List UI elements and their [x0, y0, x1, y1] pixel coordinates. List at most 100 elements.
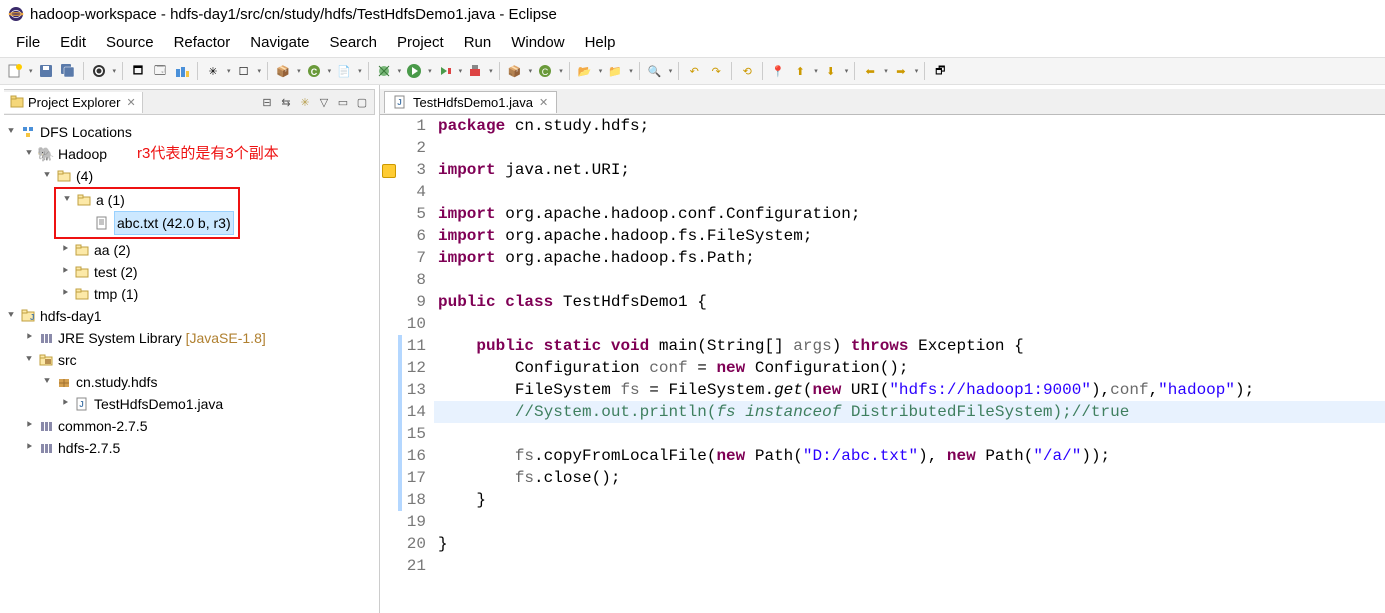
menu-edit[interactable]: Edit — [52, 32, 94, 53]
expand-arrow-icon[interactable]: ⯆ — [60, 189, 74, 211]
build-icon[interactable] — [90, 62, 108, 80]
last-edit-icon[interactable]: ⟲ — [738, 62, 756, 80]
main-area: Project Explorer ✕ ⊟ ⇆ ✳ ▽ ▭ ▢ ⯆ DFS Loc… — [0, 85, 1385, 613]
folder-icon[interactable]: 📁 — [606, 62, 624, 80]
run-last-icon[interactable] — [436, 62, 454, 80]
collapse-arrow-icon[interactable]: ⯈ — [22, 415, 36, 437]
mapred-icon[interactable] — [173, 62, 191, 80]
annotation-next-icon[interactable]: ↷ — [707, 62, 725, 80]
expand-arrow-icon[interactable]: ⯆ — [4, 305, 18, 327]
tree-java-file[interactable]: ⯈ J TestHdfsDemo1.java — [4, 393, 375, 415]
collapse-arrow-icon[interactable]: ⯈ — [58, 283, 72, 305]
tree-hadoop-count[interactable]: ⯆ (4) — [4, 165, 375, 187]
menu-navigate[interactable]: Navigate — [242, 32, 317, 53]
tree-common[interactable]: ⯈ common-2.7.5 — [4, 415, 375, 437]
view-menu-icon[interactable]: ▽ — [316, 94, 332, 110]
tree-dfs-locations[interactable]: ⯆ DFS Locations — [4, 121, 375, 143]
tree-aa-folder[interactable]: ⯈ aa (2) — [4, 239, 375, 261]
code-editor[interactable]: 1234 5678 9101112 13141516 1718192021 pa… — [380, 115, 1385, 613]
pin-icon[interactable]: 📍 — [769, 62, 787, 80]
svg-text:C: C — [310, 67, 317, 77]
collapse-arrow-icon[interactable]: ⯈ — [58, 261, 72, 283]
tree-tmp-folder[interactable]: ⯈ tmp (1) — [4, 283, 375, 305]
tab-close-icon[interactable]: ✕ — [126, 96, 135, 109]
open-folder-icon[interactable]: 📂 — [576, 62, 594, 80]
save-all-icon[interactable] — [59, 62, 77, 80]
package-icon — [56, 374, 72, 390]
forward-icon[interactable]: ➡ — [892, 62, 910, 80]
tree-hdfs-lib[interactable]: ⯈ hdfs-2.7.5 — [4, 437, 375, 459]
collapse-arrow-icon[interactable]: ⯈ — [22, 437, 36, 459]
class-icon[interactable]: C — [305, 62, 323, 80]
editor-tab[interactable]: J TestHdfsDemo1.java ✕ — [384, 91, 557, 113]
new-java-icon[interactable]: 📦 — [506, 62, 524, 80]
menu-window[interactable]: Window — [503, 32, 572, 53]
tree-label: hdfs-2.7.5 — [58, 437, 120, 459]
tree-label: tmp (1) — [94, 283, 138, 305]
expand-arrow-icon[interactable]: ⯆ — [22, 349, 36, 371]
collapse-arrow-icon[interactable]: ⯈ — [58, 239, 72, 261]
library-icon — [38, 440, 54, 456]
new-class-icon[interactable]: C — [536, 62, 554, 80]
save-icon[interactable] — [37, 62, 55, 80]
focus-task-icon[interactable]: ✳ — [297, 94, 313, 110]
menu-search[interactable]: Search — [321, 32, 385, 53]
link-icon[interactable]: 🗔 — [151, 62, 169, 80]
folder-icon — [74, 242, 90, 258]
debug-icon[interactable] — [375, 62, 393, 80]
tree-label: hdfs-day1 — [40, 305, 101, 327]
prev-marker-icon[interactable]: ⬆ — [791, 62, 809, 80]
expand-arrow-icon[interactable]: ⯆ — [4, 121, 18, 143]
tree-label: test (2) — [94, 261, 138, 283]
link-editor-icon[interactable]: ⇆ — [278, 94, 294, 110]
menu-file[interactable]: File — [8, 32, 48, 53]
annotation-prev-icon[interactable]: ↶ — [685, 62, 703, 80]
tree-package[interactable]: ⯆ cn.study.hdfs — [4, 371, 375, 393]
expand-arrow-icon[interactable]: ⯆ — [22, 143, 36, 165]
tree-src[interactable]: ⯆ src — [4, 349, 375, 371]
svg-text:J: J — [30, 313, 34, 322]
tree-jre[interactable]: ⯈ JRE System Library [JavaSE-1.8] — [4, 327, 375, 349]
back-icon[interactable]: ⬅ — [861, 62, 879, 80]
code-content[interactable]: package cn.study.hdfs; import java.net.U… — [434, 115, 1385, 613]
tree-label: common-2.7.5 — [58, 415, 147, 437]
next-marker-icon[interactable]: ⬇ — [822, 62, 840, 80]
open-type-icon[interactable]: 🗖 — [129, 62, 147, 80]
menu-source[interactable]: Source — [98, 32, 162, 53]
collapse-arrow-icon[interactable]: ⯈ — [58, 393, 72, 415]
menu-help[interactable]: Help — [577, 32, 624, 53]
folder-icon — [74, 286, 90, 302]
collapse-all-icon[interactable]: ⊟ — [259, 94, 275, 110]
collapse-arrow-icon[interactable]: ⯈ — [22, 327, 36, 349]
ext-tools-icon[interactable] — [466, 62, 484, 80]
tree-label: abc.txt (42.0 b, r3) — [114, 211, 234, 235]
project-explorer-tab[interactable]: Project Explorer ✕ — [4, 92, 143, 113]
tree-abc-file[interactable]: abc.txt (42.0 b, r3) — [56, 211, 234, 235]
maximize-icon[interactable]: ▢ — [354, 94, 370, 110]
new-icon[interactable] — [6, 62, 24, 80]
tree-project[interactable]: ⯆ J hdfs-day1 — [4, 305, 375, 327]
tab-close-icon[interactable]: ✕ — [539, 96, 548, 109]
minimize-icon[interactable]: ▭ — [335, 94, 351, 110]
tree-test-folder[interactable]: ⯈ test (2) — [4, 261, 375, 283]
project-tree[interactable]: ⯆ DFS Locations ⯆ 🐘 Hadoop r3代表的是有3个副本 ⯆… — [0, 115, 379, 613]
window-title-bar: hadoop-workspace - hdfs-day1/src/cn/stud… — [0, 0, 1385, 28]
editor-tab-label: TestHdfsDemo1.java — [413, 95, 533, 110]
package-icon[interactable]: 📦 — [274, 62, 292, 80]
search-icon[interactable]: 🔍 — [646, 62, 664, 80]
tree-hadoop[interactable]: ⯆ 🐘 Hadoop r3代表的是有3个副本 — [4, 143, 375, 165]
main-toolbar: ▾ ▾ 🗖 🗔 ✳▾ ☐▾ 📦▾ C▾ 📄▾ ▾ ▾ ▾ ▾ 📦▾ C▾ 📂▾ … — [0, 57, 1385, 85]
mylyn-icon[interactable]: ✳ — [204, 62, 222, 80]
expand-arrow-icon[interactable]: ⯆ — [40, 371, 54, 393]
expand-arrow-icon[interactable]: ⯆ — [40, 165, 54, 187]
red-annotation: r3代表的是有3个副本 — [137, 143, 279, 165]
tree-label: cn.study.hdfs — [76, 371, 157, 393]
gen-icon[interactable]: 📄 — [335, 62, 353, 80]
expand-icon[interactable]: 🗗 — [931, 62, 949, 80]
menu-refactor[interactable]: Refactor — [166, 32, 239, 53]
menu-project[interactable]: Project — [389, 32, 452, 53]
task-icon[interactable]: ☐ — [235, 62, 253, 80]
run-icon[interactable] — [405, 62, 423, 80]
menu-run[interactable]: Run — [456, 32, 500, 53]
tree-a-folder[interactable]: ⯆ a (1) — [56, 189, 234, 211]
